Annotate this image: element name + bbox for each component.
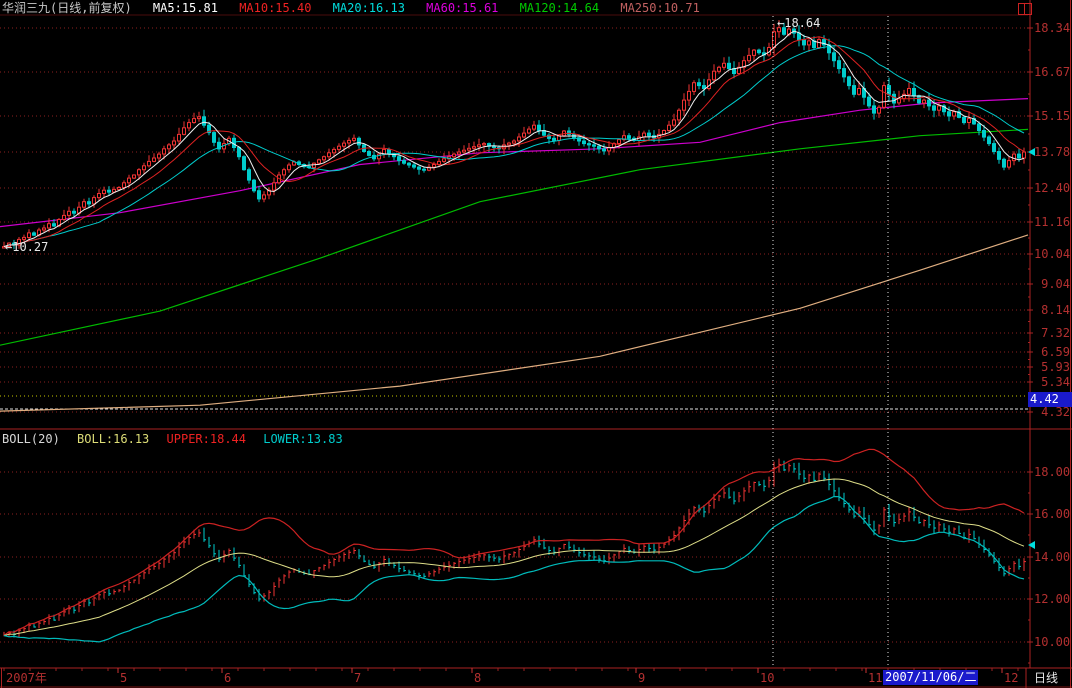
ma10-value: MA10:15.40 <box>239 1 311 15</box>
main-gridlines <box>0 28 1033 412</box>
ma250-value: MA250:10.71 <box>620 1 699 15</box>
crosshair-date-highlight: 2007/11/06/二 <box>883 670 978 685</box>
price-axis-tick-label: 7.32 <box>1034 326 1070 340</box>
boll-axis-tick-label: 18.00 <box>1034 465 1070 479</box>
boll-axis-tick-label: 14.00 <box>1034 550 1070 564</box>
period-daily-label[interactable]: 日线 <box>1034 671 1058 685</box>
month-tick-label: 10 <box>760 671 774 685</box>
boll-indicator-header: BOLL(20) BOLL:16.13 UPPER:18.44 LOWER:13… <box>2 432 353 446</box>
month-tick-label: 9 <box>638 671 645 685</box>
boll-gridlines <box>0 472 1033 663</box>
month-tick-label: 7 <box>354 671 361 685</box>
ma120-value: MA120:14.64 <box>520 1 599 15</box>
price-marker-boll <box>1028 541 1035 549</box>
main-indicator-header: 华润三九(日线,前复权) MA5:15.81 MA10:15.40 MA20:1… <box>2 1 714 15</box>
symbol-title: 华润三九(日线,前复权) <box>2 1 132 15</box>
date-axis-ticks <box>4 668 1018 673</box>
ma5-line <box>4 31 1024 246</box>
price-axis-tick-label: 15.15 <box>1034 109 1070 123</box>
boll-lower-value: LOWER:13.83 <box>263 432 342 446</box>
price-axis-tick-label: 10.04 <box>1034 247 1070 261</box>
month-tick-label: 12 <box>1004 671 1018 685</box>
boll-name: BOLL(20) <box>2 432 60 446</box>
month-tick-label: 8 <box>474 671 481 685</box>
price-axis-tick-label: 12.40 <box>1034 181 1070 195</box>
candles-group <box>3 20 1026 249</box>
price-axis-tick-label: 18.34 <box>1034 21 1070 35</box>
boll-upper-line <box>4 449 1024 635</box>
price-axis-tick-label: 5.34 <box>1034 375 1070 389</box>
candlestick-chart-canvas[interactable] <box>0 0 1072 688</box>
ma5-value: MA5:15.81 <box>153 1 218 15</box>
frame <box>0 0 1072 688</box>
price-axis-tick-label: 6.59 <box>1034 345 1070 359</box>
price-axis-tick-label: 13.78 <box>1034 145 1070 159</box>
boll-axis-tick-label: 16.00 <box>1034 507 1070 521</box>
price-axis-tick-label: 9.04 <box>1034 277 1070 291</box>
stock-chart-app: 华润三九(日线,前复权) MA5:15.81 MA10:15.40 MA20:1… <box>0 0 1072 688</box>
boll-mid-value: BOLL:16.13 <box>77 432 149 446</box>
ma250-line <box>0 235 1028 411</box>
price-axis-tick-label: 5.93 <box>1034 360 1070 374</box>
month-tick-label: 5 <box>120 671 127 685</box>
boll-axis-tick-label: 10.00 <box>1034 635 1070 649</box>
price-axis-tick-label: 4.32 <box>1034 405 1070 419</box>
low-price-annotation: ←10.27 <box>5 240 48 254</box>
boll-upper-value: UPPER:18.44 <box>167 432 246 446</box>
boll-lower-line <box>4 497 1024 642</box>
crosshair-price-highlight: 4.42 <box>1028 392 1072 407</box>
month-tick-label: 6 <box>224 671 231 685</box>
month-tick-label: 11 <box>868 671 882 685</box>
ma60-value: MA60:15.61 <box>426 1 498 15</box>
boll-axis-tick-label: 12.00 <box>1034 592 1070 606</box>
ma20-value: MA20:16.13 <box>333 1 405 15</box>
price-axis-tick-label: 11.16 <box>1034 215 1070 229</box>
price-axis-tick-label: 8.14 <box>1034 303 1070 317</box>
year-axis-label: 2007年 <box>6 671 47 685</box>
window-restore-icon[interactable] <box>1018 3 1032 15</box>
price-axis-tick-label: 16.67 <box>1034 65 1070 79</box>
high-price-annotation: ←18.64 <box>777 16 820 30</box>
